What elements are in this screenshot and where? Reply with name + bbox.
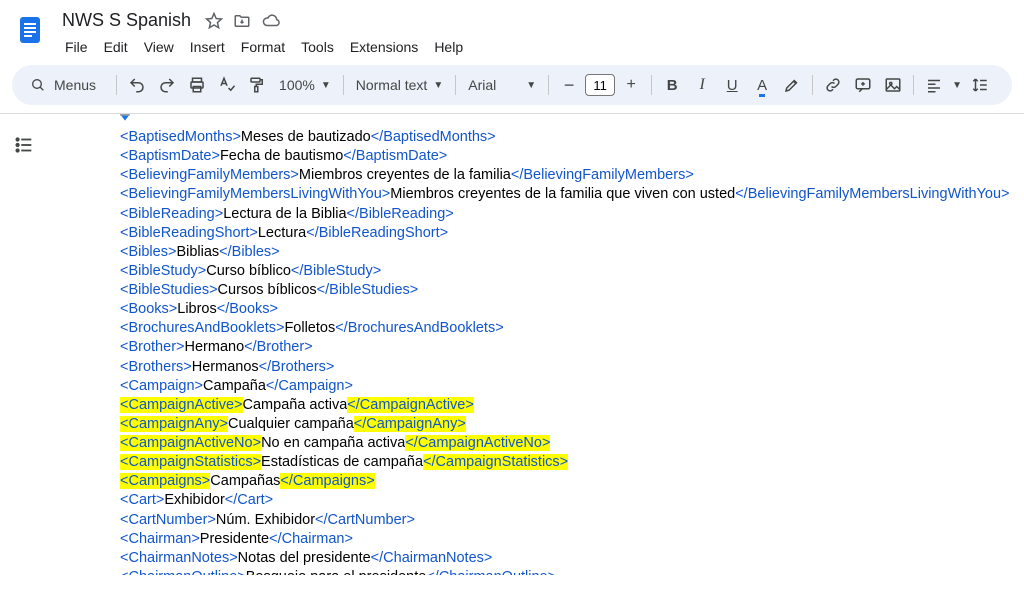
font-family-select[interactable]: Arial ▼ — [462, 77, 542, 93]
paint-format-button[interactable] — [243, 71, 271, 99]
decrease-font-size-button[interactable]: − — [555, 71, 583, 99]
document-line[interactable]: <BelievingFamilyMembers>Miembros creyent… — [120, 166, 1024, 185]
underline-button[interactable]: U — [718, 71, 746, 99]
document-line[interactable]: <ChairmanOutline>Bosquejo para el presid… — [120, 568, 1024, 575]
document-line[interactable]: <BaptisedMonths>Meses de bautizado</Bapt… — [120, 128, 1024, 147]
spellcheck-button[interactable] — [213, 71, 241, 99]
document-line[interactable]: <BaptismDate>Fecha de bautismo</BaptismD… — [120, 147, 1024, 166]
menu-view[interactable]: View — [137, 35, 181, 59]
line-spacing-icon — [971, 76, 989, 94]
move-folder-icon[interactable] — [233, 12, 251, 30]
docs-logo[interactable] — [12, 12, 48, 48]
document-outline-button[interactable] — [13, 134, 35, 575]
cloud-status-icon[interactable] — [261, 12, 281, 30]
undo-icon — [128, 76, 146, 94]
menu-extensions[interactable]: Extensions — [343, 35, 425, 59]
document-line[interactable]: <Bibles>Biblias</Bibles> — [120, 243, 1024, 262]
document-text-body[interactable]: <BaptisedMonths>Meses de bautizado</Bapt… — [120, 114, 1024, 575]
paragraph-style-select[interactable]: Normal text ▼ — [350, 77, 449, 93]
image-icon — [884, 76, 902, 94]
search-menus-label: Menus — [54, 77, 96, 93]
undo-button[interactable] — [123, 71, 151, 99]
line-spacing-button[interactable] — [966, 71, 994, 99]
paint-roller-icon — [248, 76, 266, 94]
align-button[interactable] — [920, 71, 948, 99]
document-line[interactable]: <BibleStudies>Cursos bíblicos</BibleStud… — [120, 281, 1024, 300]
search-icon — [30, 77, 46, 93]
document-line[interactable]: <CampaignActive>Campaña activa</Campaign… — [120, 396, 1024, 415]
bold-button[interactable]: B — [658, 71, 686, 99]
paragraph-style-value: Normal text — [356, 77, 428, 93]
chevron-down-icon: ▼ — [321, 80, 331, 91]
highlight-color-button[interactable] — [778, 71, 806, 99]
menu-tools[interactable]: Tools — [294, 35, 341, 59]
document-line[interactable]: <Brothers>Hermanos</Brothers> — [120, 358, 1024, 377]
menu-bar: File Edit View Insert Format Tools Exten… — [58, 35, 470, 59]
chevron-down-icon: ▼ — [526, 80, 536, 91]
menu-edit[interactable]: Edit — [97, 35, 135, 59]
document-line[interactable]: <Chairman>Presidente</Chairman> — [120, 530, 1024, 549]
chevron-down-icon: ▼ — [433, 80, 443, 91]
document-line[interactable]: <BrochuresAndBooklets>Folletos</Brochure… — [120, 319, 1024, 338]
document-line[interactable]: <BelievingFamilyMembersLivingWithYou>Mie… — [120, 185, 1024, 204]
toolbar: Menus 100% ▼ Normal text ▼ Arial ▼ — [12, 65, 1012, 105]
increase-font-size-button[interactable]: + — [617, 71, 645, 99]
menu-file[interactable]: File — [58, 35, 95, 59]
menu-format[interactable]: Format — [234, 35, 292, 59]
document-line[interactable]: <BibleStudy>Curso bíblico</BibleStudy> — [120, 262, 1024, 281]
print-icon — [188, 76, 206, 94]
zoom-value: 100% — [279, 77, 315, 93]
redo-button[interactable] — [153, 71, 181, 99]
document-line[interactable]: <BibleReadingShort>Lectura</BibleReading… — [120, 224, 1024, 243]
link-icon — [824, 76, 842, 94]
document-line[interactable]: <Books>Libros</Books> — [120, 300, 1024, 319]
highlighter-icon — [783, 76, 801, 94]
insert-image-button[interactable] — [879, 71, 907, 99]
align-left-icon — [925, 76, 943, 94]
page-break-indicator — [120, 114, 130, 124]
chevron-down-icon[interactable]: ▼ — [950, 80, 964, 91]
document-line[interactable]: <Campaign>Campaña</Campaign> — [120, 377, 1024, 396]
document-line[interactable]: <CampaignActiveNo>No en campaña activa</… — [120, 434, 1024, 453]
insert-link-button[interactable] — [819, 71, 847, 99]
italic-button[interactable]: I — [688, 71, 716, 99]
document-line[interactable]: <CampaignAny>Cualquier campaña</Campaign… — [120, 415, 1024, 434]
add-comment-button[interactable] — [849, 71, 877, 99]
document-line[interactable]: <Brother>Hermano</Brother> — [120, 338, 1024, 357]
menu-insert[interactable]: Insert — [183, 35, 232, 59]
text-color-button[interactable]: A — [748, 71, 776, 99]
font-size-input[interactable]: 11 — [585, 74, 615, 96]
document-title[interactable]: NWS S Spanish — [58, 8, 195, 33]
document-line[interactable]: <Campaigns>Campañas</Campaigns> — [120, 472, 1024, 491]
document-line[interactable]: <CartNumber>Núm. Exhibidor</CartNumber> — [120, 511, 1024, 530]
redo-icon — [158, 76, 176, 94]
star-icon[interactable] — [205, 12, 223, 30]
document-line[interactable]: <CampaignStatistics>Estadísticas de camp… — [120, 453, 1024, 472]
document-canvas[interactable]: <BaptisedMonths>Meses de bautizado</Bapt… — [48, 114, 1024, 575]
menu-help[interactable]: Help — [427, 35, 470, 59]
spellcheck-icon — [218, 76, 236, 94]
search-menus-button[interactable]: Menus — [20, 71, 110, 99]
font-family-value: Arial — [468, 77, 496, 93]
document-line[interactable]: <BibleReading>Lectura de la Biblia</Bibl… — [120, 205, 1024, 224]
zoom-select[interactable]: 100% ▼ — [273, 77, 337, 93]
list-icon — [13, 134, 35, 156]
comment-plus-icon — [854, 76, 872, 94]
print-button[interactable] — [183, 71, 211, 99]
document-line[interactable]: <Cart>Exhibidor</Cart> — [120, 491, 1024, 510]
document-line[interactable]: <ChairmanNotes>Notas del presidente</Cha… — [120, 549, 1024, 568]
